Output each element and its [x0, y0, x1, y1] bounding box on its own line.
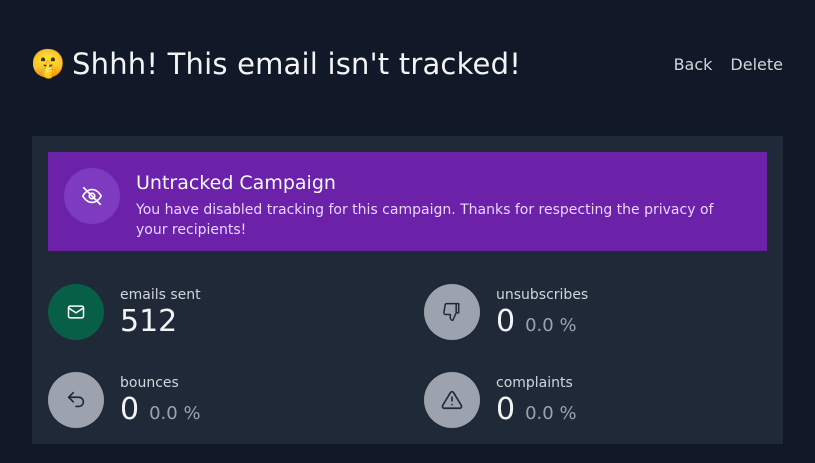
stat-value: 0	[496, 392, 516, 427]
stat-text: bounces 0 0.0 %	[120, 374, 201, 426]
page-title: Shhh! This email isn't tracked!	[72, 47, 522, 81]
stat-label: bounces	[120, 375, 179, 391]
stat-text: emails sent 512	[120, 286, 201, 338]
stat-text: complaints 0 0.0 %	[496, 374, 577, 426]
eye-slash-icon	[64, 168, 120, 224]
untracked-banner: Untracked Campaign You have disabled tra…	[48, 152, 767, 251]
stat-value-row: 0 0.0 %	[120, 394, 201, 426]
stat-value-row: 512	[120, 306, 201, 338]
stat-value: 512	[120, 304, 178, 339]
stat-label: unsubscribes	[496, 287, 589, 303]
stat-label: emails sent	[120, 287, 201, 303]
warning-triangle-icon	[424, 372, 480, 428]
banner-title: Untracked Campaign	[136, 172, 336, 194]
stat-text: unsubscribes 0 0.0 %	[496, 286, 588, 338]
page-header: 🤫 Shhh! This email isn't tracked! Back D…	[30, 44, 783, 84]
stat-value: 0	[120, 392, 140, 427]
stat-percent: 0.0 %	[149, 403, 201, 424]
stat-complaints: complaints 0 0.0 %	[424, 372, 577, 428]
stat-label: complaints	[496, 375, 573, 391]
stat-percent: 0.0 %	[525, 403, 577, 424]
stat-value: 0	[496, 304, 516, 339]
back-link[interactable]: Back	[674, 55, 713, 74]
stat-bounces: bounces 0 0.0 %	[48, 372, 201, 428]
reply-arrow-icon	[48, 372, 104, 428]
banner-description: You have disabled tracking for this camp…	[136, 202, 714, 238]
header-actions: Back Delete	[674, 55, 783, 74]
shushing-face-emoji-icon: 🤫	[30, 47, 66, 80]
envelope-icon	[48, 284, 104, 340]
title-group: 🤫 Shhh! This email isn't tracked!	[30, 47, 522, 81]
campaign-stats-card: Untracked Campaign You have disabled tra…	[32, 136, 783, 444]
stat-percent: 0.0 %	[525, 315, 577, 336]
delete-link[interactable]: Delete	[730, 55, 783, 74]
stat-value-row: 0 0.0 %	[496, 306, 588, 338]
stat-unsubscribes: unsubscribes 0 0.0 %	[424, 284, 588, 340]
banner-text: Untracked Campaign You have disabled tra…	[136, 172, 726, 240]
stat-emails-sent: emails sent 512	[48, 284, 201, 340]
stat-value-row: 0 0.0 %	[496, 394, 577, 426]
thumbs-down-icon	[424, 284, 480, 340]
